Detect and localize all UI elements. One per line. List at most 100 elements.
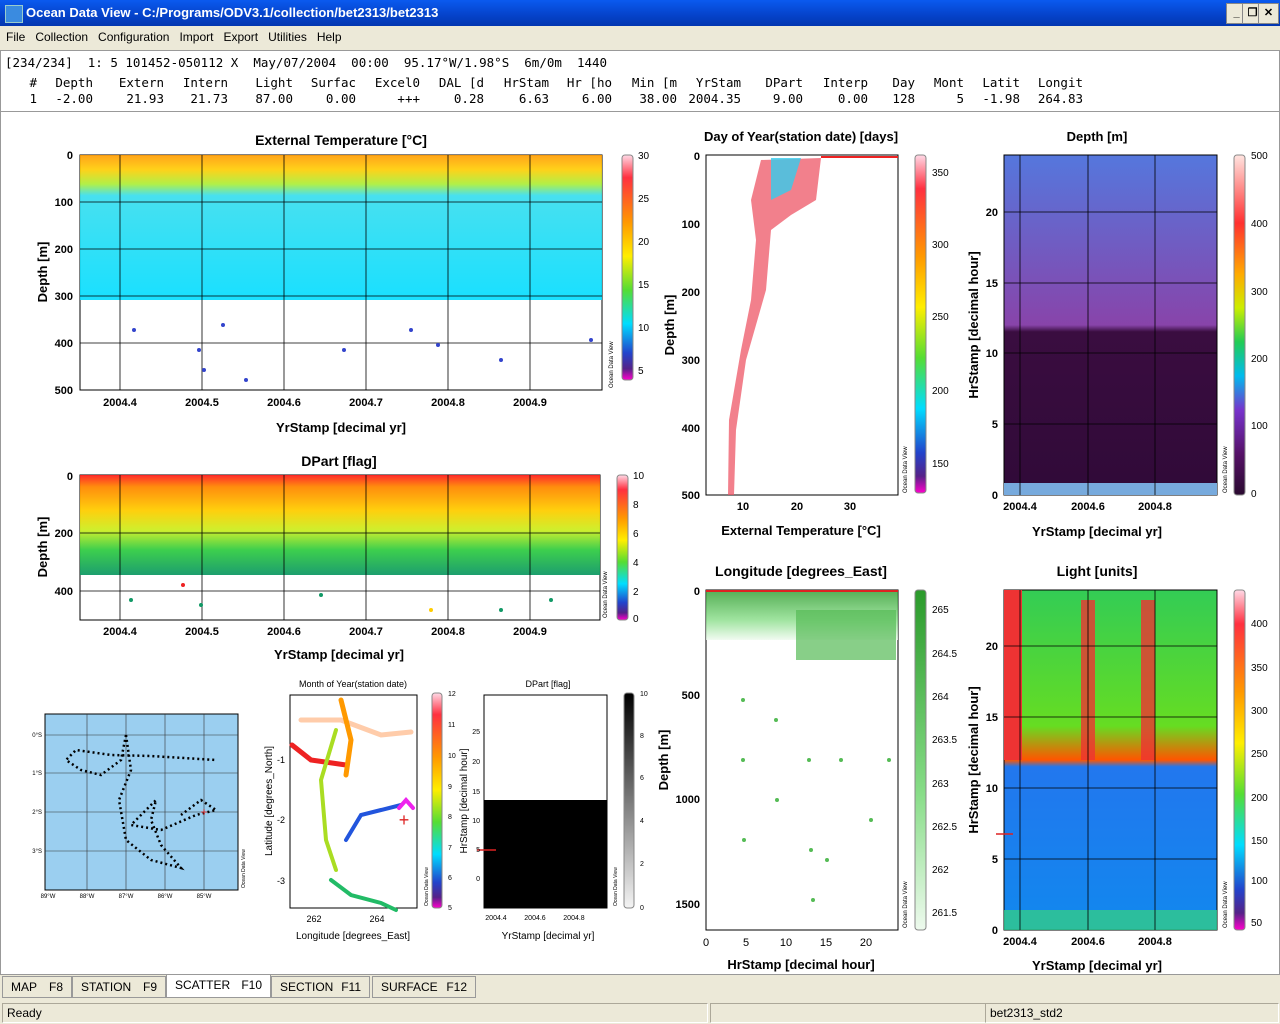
plot1-ctick: 30 [638,151,650,162]
plot5-ytick: 0 [694,586,700,598]
plot2-xtick: 2004.7 [349,626,383,638]
column-value: -2.00 [55,91,93,106]
map-ocean [44,713,239,891]
column-header: Mont [933,75,964,90]
plot5-xtick: 5 [743,937,749,949]
plot-canvas[interactable]: External Temperature [°C] 0 100 200 300 … [0,112,1280,975]
plot2-title: DPart [flag] [301,453,376,469]
menu-help[interactable]: Help [310,26,345,44]
tab-key: F11 [341,980,361,994]
plot1-title: External Temperature [°C] [255,132,427,148]
menu-configuration[interactable]: Configuration [91,26,172,44]
plot6-bottom-band [1004,910,1217,930]
plot1-xtick: 2004.6 [267,397,301,409]
plot-light[interactable]: Light [units] 20 15 10 5 0 2004.4 2004.6… [966,563,1268,973]
plot2-xtick: 2004.8 [431,626,465,638]
plot1-ylabel: Depth [m] [35,242,50,303]
plot8-xtick: 2004.4 [485,915,507,922]
tab-label: SECTION [280,980,334,994]
column-value: 0.00 [325,91,356,106]
plot2-ytick: 0 [67,471,73,483]
plot6-frame [1003,589,1218,931]
tab-map[interactable]: MAP F8 [2,976,72,998]
plot6-ctick: 350 [1251,663,1268,674]
plot3-ctick: 150 [932,459,949,470]
plot5-ctick: 262.5 [932,822,957,833]
plot-month-of-year[interactable]: Month of Year(station date) + -1 -2 -3 2… [264,679,456,942]
column-value: 6.63 [518,91,549,106]
plot4-ytick: 0 [992,490,998,502]
plot5-xtick: 10 [780,937,792,949]
plot1-xtick: 2004.4 [103,397,138,409]
tab-key: F10 [241,978,262,992]
column-header: Depth [55,75,93,90]
plot3-ctick: 300 [932,240,949,251]
plot4-ctick: 0 [1251,489,1257,500]
plot8-ytick: 0 [476,876,480,883]
plot-dpart-hrstamp[interactable]: DPart [flag] 25 20 15 10 5 0 2004.4 2004… [459,679,648,942]
plot8-xtick: 2004.8 [563,915,585,922]
plot4-ytick: 5 [992,419,998,431]
plot-depth-hrstamp[interactable]: Depth [m] 20 15 10 5 0 2004.4 2004.6 200… [966,129,1268,539]
column-value: 21.73 [190,91,228,106]
tab-station[interactable]: STATION F9 [72,976,166,998]
menu-import[interactable]: Import [172,26,216,44]
tab-section[interactable]: SECTION F11 [271,976,370,998]
column-header: Intern [182,75,228,90]
station-map[interactable]: + 0°S 1°S 2°S 3°S 89°W 88°W 87°W 86°W 85… [32,713,247,900]
plot3-colorbar [914,154,927,494]
close-button[interactable]: ✕ [1258,3,1279,24]
plot2-xtick: 2004.6 [267,626,301,638]
plot-external-temperature[interactable]: External Temperature [°C] 0 100 200 300 … [35,132,650,435]
map-xtick: 88°W [80,894,95,900]
plots-svg: External Temperature [°C] 0 100 200 300 … [32,129,1268,973]
menu-utilities[interactable]: Utilities [261,26,310,44]
plot8-ctick: 4 [640,818,644,825]
plot5-xlabel: HrStamp [decimal hour] [727,957,874,972]
plot1-ctick: 5 [638,366,644,377]
column-value: 21.93 [126,91,164,106]
plot1-ytick: 200 [55,244,73,256]
plot3-ctick: 250 [932,312,949,323]
menu-file[interactable]: File [0,26,28,44]
map-ytick: 1°S [32,771,42,777]
plot6-xtick: 2004.8 [1138,936,1172,948]
plot2-ctick: 2 [633,587,639,598]
plot-day-of-year[interactable]: Day of Year(station date) [days] 0 100 2… [662,129,949,538]
map-ytick: 3°S [32,849,42,855]
plot1-ytick: 100 [55,197,73,209]
tab-scatter[interactable]: SCATTER F10 [166,974,271,998]
plot6-ctick: 400 [1251,619,1268,630]
tab-surface[interactable]: SURFACE F12 [372,976,476,998]
plot6-ctick: 150 [1251,836,1268,847]
plot8-xtick: 2004.6 [524,915,546,922]
tab-label: STATION [81,980,132,994]
plot6-red-band [1141,600,1155,760]
plot8-ctick: 6 [640,775,644,782]
plot3-ytick: 100 [682,219,700,231]
menu-collection[interactable]: Collection [28,26,91,44]
column-value: 6.00 [581,91,612,106]
plot-dpart-flag[interactable]: DPart [flag] 0 200 400 2004.4 2004.5 200… [35,453,645,662]
plot1-ytick: 400 [55,338,73,350]
plot1-ytick: 500 [55,385,73,397]
map-watermark: Ocean Data View [241,849,247,888]
plot5-title: Longitude [degrees_East] [715,563,887,579]
column-header: Min [m [631,75,677,90]
map-ytick: 2°S [32,810,42,816]
plot8-ytick: 20 [472,759,480,766]
plot5-xtick: 20 [860,937,872,949]
column-header: # [29,75,37,90]
plot4-ctick: 400 [1251,219,1268,230]
plot8-ytick: 25 [472,729,480,736]
plot2-data-field [80,475,600,575]
station-summary: [234/234] 1: 5 101452-050112 X May/07/20… [5,55,608,70]
plot7-ctick: 5 [448,905,452,912]
plot1-xtick: 2004.9 [513,397,547,409]
plot8-ylabel: HrStamp [decimal hour] [459,748,470,853]
menu-export[interactable]: Export [216,26,261,44]
plot4-xlabel: YrStamp [decimal yr] [1032,524,1162,539]
plot-longitude[interactable]: Longitude [degrees_East] 0 500 1000 1500… [656,563,957,972]
plot2-ctick: 6 [633,529,639,540]
plot4-ctick: 500 [1251,151,1268,162]
